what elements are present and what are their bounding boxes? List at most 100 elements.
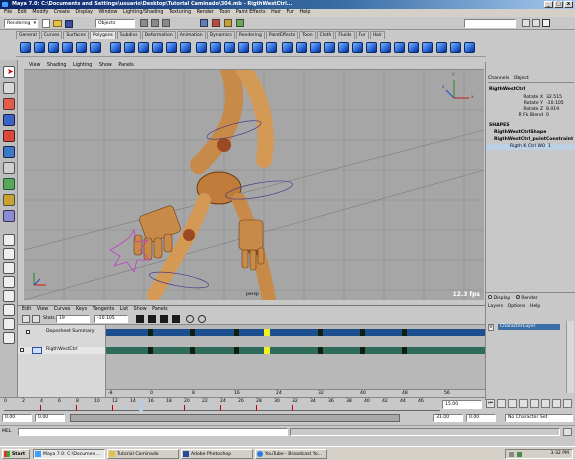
lasso-tool-icon[interactable] [3, 82, 15, 94]
poly-extrude-edge-icon[interactable] [152, 42, 163, 53]
menu-window[interactable]: Window [99, 10, 118, 15]
rotate-tool-icon[interactable] [3, 130, 15, 142]
time-slider-track[interactable]: 0 2 4 6 8 10 12 14 16 18 20 22 24 26 28 … [4, 399, 440, 411]
dope-menu-view[interactable]: View [37, 307, 48, 312]
current-key-marker[interactable] [264, 347, 270, 354]
key-marker[interactable] [234, 347, 239, 354]
key-marker[interactable] [148, 329, 153, 336]
poly-reduce-icon[interactable] [266, 42, 277, 53]
menu-help[interactable]: Help [300, 10, 311, 15]
menu-modify[interactable]: Modify [32, 10, 48, 15]
auto-load-icon[interactable] [160, 315, 168, 323]
layout-outliner-icon[interactable] [3, 290, 15, 302]
start-button[interactable]: Start [2, 449, 30, 459]
layout-hypershade-icon[interactable] [3, 318, 15, 330]
playback-end-field[interactable]: 31.00 [433, 414, 463, 422]
script-editor-icon[interactable] [563, 428, 572, 436]
select-tool-icon[interactable]: ➤ [3, 66, 15, 78]
key-marker[interactable] [234, 329, 239, 336]
poly-cleanup-icon[interactable] [422, 42, 433, 53]
open-scene-icon[interactable] [53, 20, 62, 27]
dope-menu-tangents[interactable]: Tangents [93, 307, 115, 312]
playback-start-field[interactable]: 0.00 [35, 414, 65, 422]
render-globals-icon[interactable] [236, 19, 244, 27]
frame-all-icon[interactable] [136, 315, 144, 323]
viewport-menu-panels[interactable]: Panels [118, 63, 133, 68]
tab-surfaces[interactable]: Surfaces [63, 31, 89, 39]
stats-frame-field[interactable]: 19 [56, 315, 90, 323]
tab-polygons[interactable]: Polygons [89, 31, 116, 39]
key-marker[interactable] [360, 347, 365, 354]
tab-fur[interactable]: Fur [355, 31, 369, 39]
tab-channels[interactable]: Channels [488, 76, 509, 81]
poly-boolean-icon[interactable] [282, 42, 293, 53]
playhead[interactable] [139, 399, 143, 411]
dope-menu-curves[interactable]: Curves [54, 307, 71, 312]
shape-node-1[interactable]: RigthWestCtrlShape [494, 130, 546, 136]
tab-rendering[interactable]: Rendering [235, 31, 265, 39]
tab-toon[interactable]: Toon [299, 31, 316, 39]
viewport-menu-view[interactable]: View [29, 63, 40, 68]
poly-cylinder-icon[interactable] [48, 42, 59, 53]
menu-paint-effects[interactable]: Paint Effects [236, 10, 266, 15]
attr-value[interactable]: 0 [546, 113, 549, 119]
key-marker[interactable] [190, 347, 195, 354]
undo-icon[interactable] [198, 315, 206, 323]
dope-menu-show[interactable]: Show [134, 307, 147, 312]
menu-display[interactable]: Display [75, 10, 93, 15]
play-forward-icon[interactable] [530, 399, 539, 408]
step-forward-icon[interactable] [552, 399, 561, 408]
poly-uv-icon[interactable] [366, 42, 377, 53]
task-folder[interactable]: Tutorial Caminado [107, 449, 179, 459]
toggle-channel-box-icon[interactable] [542, 19, 550, 27]
poly-cut-faces-icon[interactable] [310, 42, 321, 53]
render-icon[interactable] [212, 19, 220, 27]
key-marker[interactable] [402, 329, 407, 336]
poly-plane-icon[interactable] [76, 42, 87, 53]
history-icon[interactable] [200, 19, 208, 27]
key-marker[interactable] [402, 347, 407, 354]
expand-icon[interactable] [26, 330, 30, 334]
viewport-menu-lighting[interactable]: Lighting [73, 63, 92, 68]
viewport-menu-show[interactable]: Show [99, 63, 112, 68]
layout-side-icon[interactable] [3, 262, 15, 274]
layer-menu-options[interactable]: Options [508, 304, 526, 309]
menu-toon[interactable]: Toon [219, 10, 230, 15]
tab-general[interactable]: General [16, 31, 40, 39]
poly-quadrangulate-icon[interactable] [252, 42, 263, 53]
go-end-icon[interactable] [563, 399, 572, 408]
minimize-button[interactable]: _ [544, 1, 553, 8]
key-marker[interactable] [190, 329, 195, 336]
layout-dope-icon[interactable] [3, 332, 15, 344]
poly-mirror-icon[interactable] [296, 42, 307, 53]
step-back-icon[interactable] [497, 399, 506, 408]
stats-value-field[interactable]: -10.105 [94, 315, 128, 323]
menu-create[interactable]: Create [54, 10, 70, 15]
numeric-input-field[interactable] [464, 19, 516, 28]
poly-combine-icon[interactable] [196, 42, 207, 53]
menu-fur[interactable]: Fur [286, 10, 294, 15]
task-browser[interactable]: YouTube - Broadcast Yo... [255, 449, 327, 459]
shape-node-2[interactable]: RigthWestCtrl_pointConstraint [494, 137, 573, 143]
mel-input[interactable] [18, 428, 288, 436]
tab-animation[interactable]: Animation [176, 31, 206, 39]
radio-icon[interactable] [488, 295, 492, 299]
menu-render[interactable]: Render [197, 10, 214, 15]
toggle-tool-settings-icon[interactable] [532, 19, 540, 27]
poly-cube-icon[interactable] [34, 42, 45, 53]
poly-append-icon[interactable] [110, 42, 121, 53]
tab-deformation[interactable]: Deformation [141, 31, 176, 39]
character-set-dropdown[interactable]: No Character Set [505, 414, 573, 422]
key-marker[interactable] [318, 329, 323, 336]
tab-cloth[interactable]: Cloth [316, 31, 335, 39]
layer-scrollbar[interactable] [566, 321, 574, 393]
volume-icon[interactable] [509, 452, 514, 457]
network-icon[interactable] [517, 452, 522, 457]
new-scene-icon[interactable] [42, 19, 50, 28]
show-manipulator-icon[interactable] [3, 194, 15, 206]
time-slider[interactable]: 0 2 4 6 8 10 12 14 16 18 20 22 24 26 28 … [0, 397, 485, 411]
layer-name[interactable]: CharacterLayer [498, 324, 560, 330]
menu-lighting-shading[interactable]: Lighting/Shading [123, 10, 164, 15]
dope-menu-panels[interactable]: Panels [152, 307, 167, 312]
end-time-field[interactable]: 0.00 [466, 414, 496, 422]
